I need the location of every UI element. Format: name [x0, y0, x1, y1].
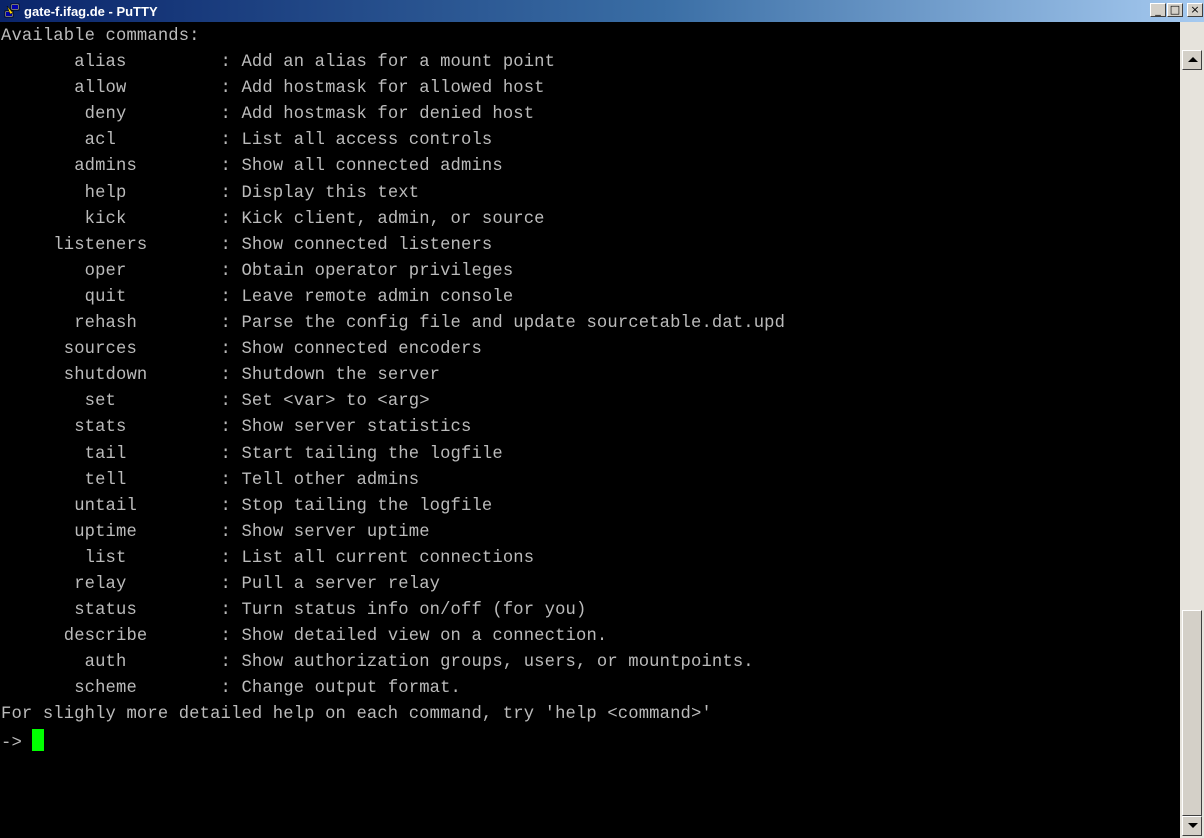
- window-title: gate-f.ifag.de - PuTTY: [24, 4, 158, 19]
- command-name: set: [84, 392, 117, 412]
- command-name: untail: [74, 496, 137, 516]
- command-name: acl: [84, 131, 117, 151]
- command-description: Show all connected admins: [241, 157, 503, 177]
- prompt-line[interactable]: ->: [1, 728, 785, 755]
- command-name: kick: [84, 209, 127, 229]
- command-line-list: list : List all current connections: [84, 548, 535, 568]
- command-line-acl: acl : List all access controls: [84, 131, 493, 151]
- terminal-cursor: [32, 728, 45, 751]
- command-line-rehash: rehash : Parse the config file and updat…: [74, 314, 786, 334]
- command-line-describe: describe : Show detailed view on a conne…: [63, 627, 608, 647]
- command-description: Add hostmask for denied host: [241, 105, 535, 125]
- command-name: status: [74, 601, 137, 621]
- terminal-footer: For slighly more detailed help on each c…: [1, 705, 712, 725]
- putty-icon: [4, 3, 20, 18]
- command-description: Show server uptime: [241, 522, 430, 542]
- scroll-thumb[interactable]: [1182, 610, 1202, 816]
- scroll-up-button[interactable]: [1182, 50, 1202, 70]
- command-line-relay: relay : Pull a server relay: [74, 574, 441, 594]
- command-line-quit: quit : Leave remote admin console: [84, 287, 514, 307]
- minimize-button[interactable]: _: [1150, 3, 1166, 17]
- command-description: List all current connections: [241, 548, 535, 568]
- command-line-alias: alias : Add an alias for a mount point: [74, 53, 556, 73]
- command-line-kick: kick : Kick client, admin, or source: [84, 209, 545, 229]
- command-description: Show connected listeners: [241, 235, 493, 255]
- command-description: Start tailing the logfile: [241, 444, 503, 464]
- command-description: Show detailed view on a connection.: [241, 627, 608, 647]
- command-name: stats: [74, 418, 127, 438]
- command-name: admins: [74, 157, 137, 177]
- command-line-admins: admins : Show all connected admins: [74, 157, 503, 177]
- command-name: quit: [84, 287, 127, 307]
- title-bar[interactable]: gate-f.ifag.de - PuTTY _ □ ×: [0, 0, 1204, 22]
- command-line-oper: oper : Obtain operator privileges: [84, 261, 514, 281]
- command-name: describe: [63, 627, 148, 647]
- scroll-down-button[interactable]: [1182, 816, 1202, 836]
- command-line-allow: allow : Add hostmask for allowed host: [74, 79, 545, 99]
- command-line-status: status : Turn status info on/off (for yo…: [74, 601, 587, 621]
- command-description: Show connected encoders: [241, 340, 482, 360]
- command-description: Leave remote admin console: [241, 287, 514, 307]
- command-description: Kick client, admin, or source: [241, 209, 545, 229]
- command-line-sources: sources : Show connected encoders: [63, 340, 482, 360]
- command-name: allow: [74, 79, 127, 99]
- command-line-untail: untail : Stop tailing the logfile: [74, 496, 493, 516]
- terminal-header: Available commands:: [1, 27, 200, 46]
- terminal-area[interactable]: Available commands: alias : Add an alias…: [0, 22, 1180, 838]
- command-description: Show server statistics: [241, 418, 472, 438]
- command-description: Set <var> to <arg>: [241, 392, 430, 412]
- command-line-tail: tail : Start tailing the logfile: [84, 444, 503, 464]
- command-line-help: help : Display this text: [84, 183, 420, 203]
- command-description: Pull a server relay: [241, 574, 441, 594]
- command-line-deny: deny : Add hostmask for denied host: [84, 105, 535, 125]
- command-description: Obtain operator privileges: [241, 261, 514, 281]
- command-name: tell: [84, 470, 127, 490]
- command-name: help: [84, 183, 127, 203]
- command-name: auth: [84, 653, 127, 673]
- command-name: deny: [84, 105, 127, 125]
- command-description: Stop tailing the logfile: [241, 496, 493, 516]
- command-line-tell: tell : Tell other admins: [84, 470, 420, 490]
- command-name: sources: [63, 340, 137, 360]
- command-description: Add hostmask for allowed host: [241, 79, 545, 99]
- command-description: Turn status info on/off (for you): [241, 601, 587, 621]
- command-description: Tell other admins: [241, 470, 420, 490]
- command-line-auth: auth : Show authorization groups, users,…: [84, 653, 754, 673]
- command-line-stats: stats : Show server statistics: [74, 418, 472, 438]
- command-description: Parse the config file and update sourcet…: [241, 314, 786, 334]
- command-name: alias: [74, 53, 127, 73]
- command-description: Add an alias for a mount point: [241, 53, 556, 73]
- command-name: uptime: [74, 522, 137, 542]
- command-description: Shutdown the server: [241, 366, 441, 386]
- command-name: shutdown: [63, 366, 148, 386]
- command-name: relay: [74, 574, 127, 594]
- command-description: Show authorization groups, users, or mou…: [241, 653, 754, 673]
- command-name: scheme: [74, 679, 137, 699]
- putty-window: gate-f.ifag.de - PuTTY _ □ × Available c…: [0, 0, 1204, 838]
- arrow-up-icon: [1188, 57, 1198, 62]
- terminal-output: Available commands: alias : Add an alias…: [1, 24, 785, 755]
- maximize-button[interactable]: □: [1167, 3, 1183, 17]
- arrow-down-icon: [1188, 823, 1198, 828]
- command-line-listeners: listeners : Show connected listeners: [53, 235, 493, 255]
- command-name: tail: [84, 444, 127, 464]
- command-name: rehash: [74, 314, 137, 334]
- command-name: listeners: [53, 235, 148, 255]
- command-name: list: [84, 548, 127, 568]
- prompt-symbol: ->: [1, 733, 33, 753]
- command-line-scheme: scheme : Change output format.: [74, 679, 462, 699]
- command-line-uptime: uptime : Show server uptime: [74, 522, 430, 542]
- command-description: List all access controls: [241, 131, 493, 151]
- vertical-scrollbar[interactable]: [1180, 22, 1204, 838]
- command-name: oper: [84, 261, 127, 281]
- close-button[interactable]: ×: [1187, 3, 1203, 17]
- command-line-set: set : Set <var> to <arg>: [84, 392, 430, 412]
- command-line-shutdown: shutdown : Shutdown the server: [63, 366, 441, 386]
- command-description: Change output format.: [241, 679, 462, 699]
- command-description: Display this text: [241, 183, 420, 203]
